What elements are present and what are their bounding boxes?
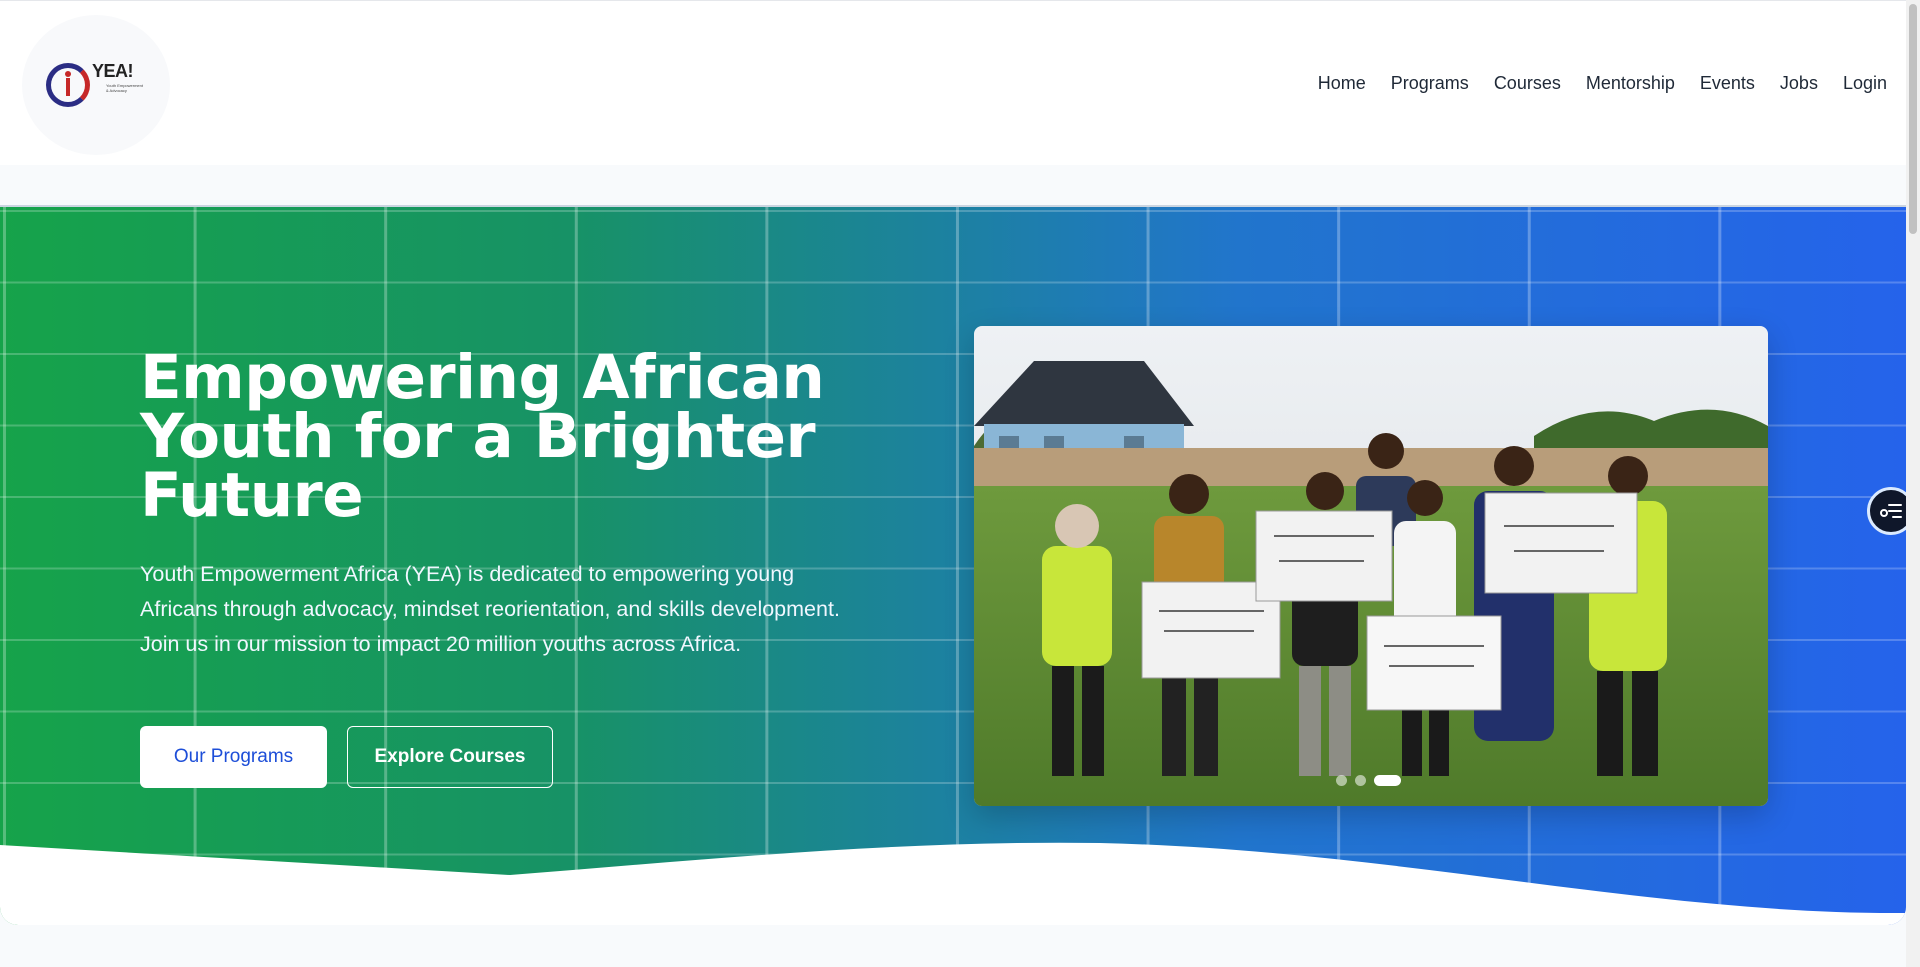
logo-mark: YEA! Youth Empowerment & Advocacy [46, 55, 146, 115]
nav-home[interactable]: Home [1305, 73, 1378, 94]
carousel-dot-2[interactable] [1355, 775, 1366, 786]
logo-text: YEA! [92, 61, 134, 81]
nav-login[interactable]: Login [1830, 73, 1887, 94]
explore-courses-button[interactable]: Explore Courses [347, 726, 553, 788]
hero-image-carousel[interactable] [974, 326, 1768, 806]
nav-jobs[interactable]: Jobs [1767, 73, 1830, 94]
page-scrollbar[interactable] [1906, 0, 1920, 967]
hero-title: Empowering African Youth for a Brighter … [140, 342, 825, 531]
hero-description: Youth Empowerment Africa (YEA) is dedica… [140, 562, 840, 656]
logo[interactable]: YEA! Youth Empowerment & Advocacy [22, 15, 170, 155]
our-programs-button[interactable]: Our Programs [140, 726, 327, 788]
logo-figure-icon [61, 71, 75, 99]
logo-subtext: Youth Empowerment & Advocacy [106, 83, 143, 93]
hero-wave-divider [0, 842, 1906, 925]
hero-section: Empowering African Youth for a Brighter … [0, 205, 1906, 925]
main-nav: Home Programs Courses Mentorship Events … [1305, 73, 1887, 94]
site-header: YEA! Youth Empowerment & Advocacy Home P… [0, 0, 1906, 165]
nav-events[interactable]: Events [1687, 73, 1767, 94]
nav-programs[interactable]: Programs [1378, 73, 1481, 94]
nav-mentorship[interactable]: Mentorship [1573, 73, 1687, 94]
carousel-dots [1336, 775, 1401, 786]
youth-group-photo [974, 326, 1768, 806]
carousel-dot-1[interactable] [1336, 775, 1347, 786]
nav-courses[interactable]: Courses [1481, 73, 1573, 94]
scrollbar-thumb[interactable] [1909, 4, 1917, 234]
carousel-dot-3-active[interactable] [1374, 775, 1401, 786]
